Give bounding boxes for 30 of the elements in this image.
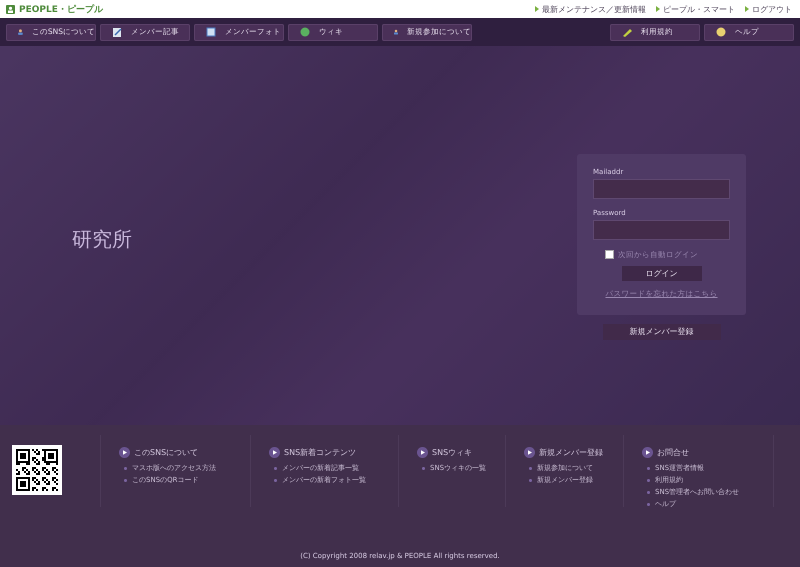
- footer-heading-link[interactable]: SNS新着コンテンツ: [269, 447, 398, 458]
- play-icon: [269, 447, 280, 458]
- arrow-icon: [745, 6, 749, 12]
- login-button[interactable]: ログイン: [622, 266, 702, 280]
- play-icon: [119, 447, 130, 458]
- email-field[interactable]: [593, 178, 730, 198]
- arrow-icon: [535, 6, 539, 12]
- site-logo[interactable]: PEOPLE・ピープル: [19, 2, 103, 16]
- notepad-icon: [113, 28, 122, 37]
- person-icon: [18, 29, 23, 35]
- footer-heading-link[interactable]: このSNSについて: [119, 447, 250, 458]
- header-link[interactable]: ピープル・スマート: [656, 4, 735, 14]
- footer-heading-link[interactable]: SNSウィキ: [417, 447, 505, 458]
- password-field[interactable]: [593, 220, 730, 240]
- play-icon: [642, 447, 653, 458]
- person-icon: [394, 30, 398, 34]
- person-icon: [6, 4, 15, 14]
- pencil-icon: [623, 29, 632, 37]
- footer-heading-link[interactable]: 新規メンバー登録: [524, 447, 623, 458]
- remember-checkbox[interactable]: [605, 250, 614, 259]
- arrow-icon: [656, 6, 660, 12]
- play-icon: [524, 447, 535, 458]
- register-button[interactable]: 新規メンバー登録: [602, 324, 720, 340]
- qr-code-icon: [12, 445, 62, 495]
- play-icon: [417, 447, 428, 458]
- header-link[interactable]: ログアウト: [745, 4, 792, 14]
- header-link[interactable]: 最新メンテナンス／更新情報: [535, 4, 646, 14]
- picture-icon: [206, 28, 216, 36]
- footer-heading-link[interactable]: お問合せ: [642, 447, 773, 458]
- site-title: 研究所: [72, 226, 132, 253]
